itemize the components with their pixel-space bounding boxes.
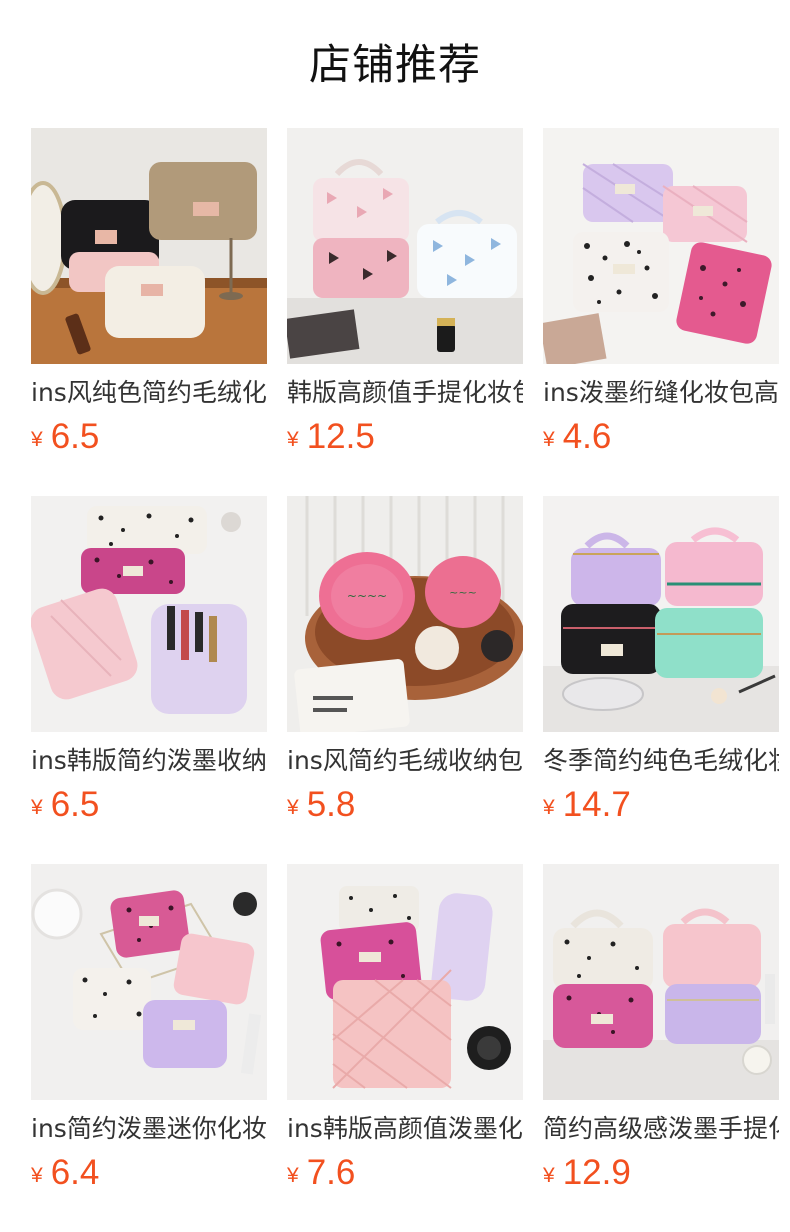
product-price: ¥4.6	[543, 416, 611, 458]
product-card[interactable]: ins泼墨绗缝化妆包高颜值 ¥4.6	[543, 128, 779, 456]
product-image[interactable]	[543, 128, 779, 364]
product-card[interactable]: 简约高级感泼墨手提化妆包 ¥12.9	[543, 864, 779, 1192]
product-image[interactable]: ~~~~ ~~~	[287, 496, 523, 732]
product-image[interactable]	[31, 864, 267, 1100]
product-card[interactable]: 冬季简约纯色毛绒化妆包 ¥14.7	[543, 496, 779, 824]
product-price: ¥6.5	[31, 416, 99, 458]
product-image[interactable]	[31, 128, 267, 364]
currency-symbol: ¥	[31, 428, 43, 451]
product-price: ¥12.5	[287, 416, 375, 458]
price-amount: 6.5	[50, 417, 100, 456]
currency-symbol: ¥	[287, 428, 299, 451]
product-price: ¥5.8	[287, 784, 355, 826]
product-name[interactable]: ins风简约毛绒收纳包	[287, 746, 523, 776]
product-name[interactable]: ins韩版高颜值泼墨化妆包	[287, 1114, 523, 1144]
currency-symbol: ¥	[543, 1164, 555, 1187]
product-image[interactable]	[31, 496, 267, 732]
price-amount: 6.5	[50, 785, 100, 824]
price-amount: 14.7	[562, 785, 631, 824]
product-price: ¥14.7	[543, 784, 631, 826]
currency-symbol: ¥	[543, 796, 555, 819]
product-price: ¥12.9	[543, 1152, 631, 1194]
page-title: 店铺推荐	[308, 40, 481, 89]
product-card[interactable]: ins风纯色简约毛绒化妆包 ¥6.5	[31, 128, 267, 456]
product-image[interactable]	[543, 496, 779, 732]
product-name[interactable]: 韩版高颜值手提化妆包	[287, 378, 523, 408]
product-card[interactable]: ins韩版高颜值泼墨化妆包 ¥7.6	[287, 864, 523, 1192]
product-card[interactable]: ins简约泼墨迷你化妆包 ¥6.4	[31, 864, 267, 1192]
product-price: ¥7.6	[287, 1152, 355, 1194]
product-grid: ins风纯色简约毛绒化妆包 ¥6.5 韩版高颜值手提化妆包	[31, 128, 790, 1192]
currency-symbol: ¥	[31, 796, 43, 819]
product-image[interactable]	[287, 864, 523, 1100]
product-name[interactable]: ins泼墨绗缝化妆包高颜值	[543, 378, 779, 408]
price-amount: 12.5	[306, 417, 375, 456]
svg-text:~~~~: ~~~~	[347, 589, 387, 603]
product-name[interactable]: ins风纯色简约毛绒化妆包	[31, 378, 267, 408]
svg-text:~~~: ~~~	[449, 586, 477, 599]
currency-symbol: ¥	[543, 428, 555, 451]
product-name[interactable]: 简约高级感泼墨手提化妆包	[543, 1114, 779, 1144]
product-price: ¥6.4	[31, 1152, 99, 1194]
currency-symbol: ¥	[287, 796, 299, 819]
product-name[interactable]: 冬季简约纯色毛绒化妆包	[543, 746, 779, 776]
product-name[interactable]: ins韩版简约泼墨收纳包	[31, 746, 267, 776]
product-name[interactable]: ins简约泼墨迷你化妆包	[31, 1114, 267, 1144]
price-amount: 5.8	[306, 785, 356, 824]
price-amount: 4.6	[562, 417, 612, 456]
product-image[interactable]	[543, 864, 779, 1100]
price-amount: 12.9	[562, 1153, 631, 1192]
currency-symbol: ¥	[31, 1164, 43, 1187]
product-card[interactable]: ins韩版简约泼墨收纳包 ¥6.5	[31, 496, 267, 824]
currency-symbol: ¥	[287, 1164, 299, 1187]
product-price: ¥6.5	[31, 784, 99, 826]
product-card[interactable]: 韩版高颜值手提化妆包 ¥12.5	[287, 128, 523, 456]
price-amount: 6.4	[50, 1153, 100, 1192]
price-amount: 7.6	[306, 1153, 356, 1192]
product-card[interactable]: ~~~~ ~~~ ins风简约毛绒收纳包 ¥5.8	[287, 496, 523, 824]
product-image[interactable]	[287, 128, 523, 364]
